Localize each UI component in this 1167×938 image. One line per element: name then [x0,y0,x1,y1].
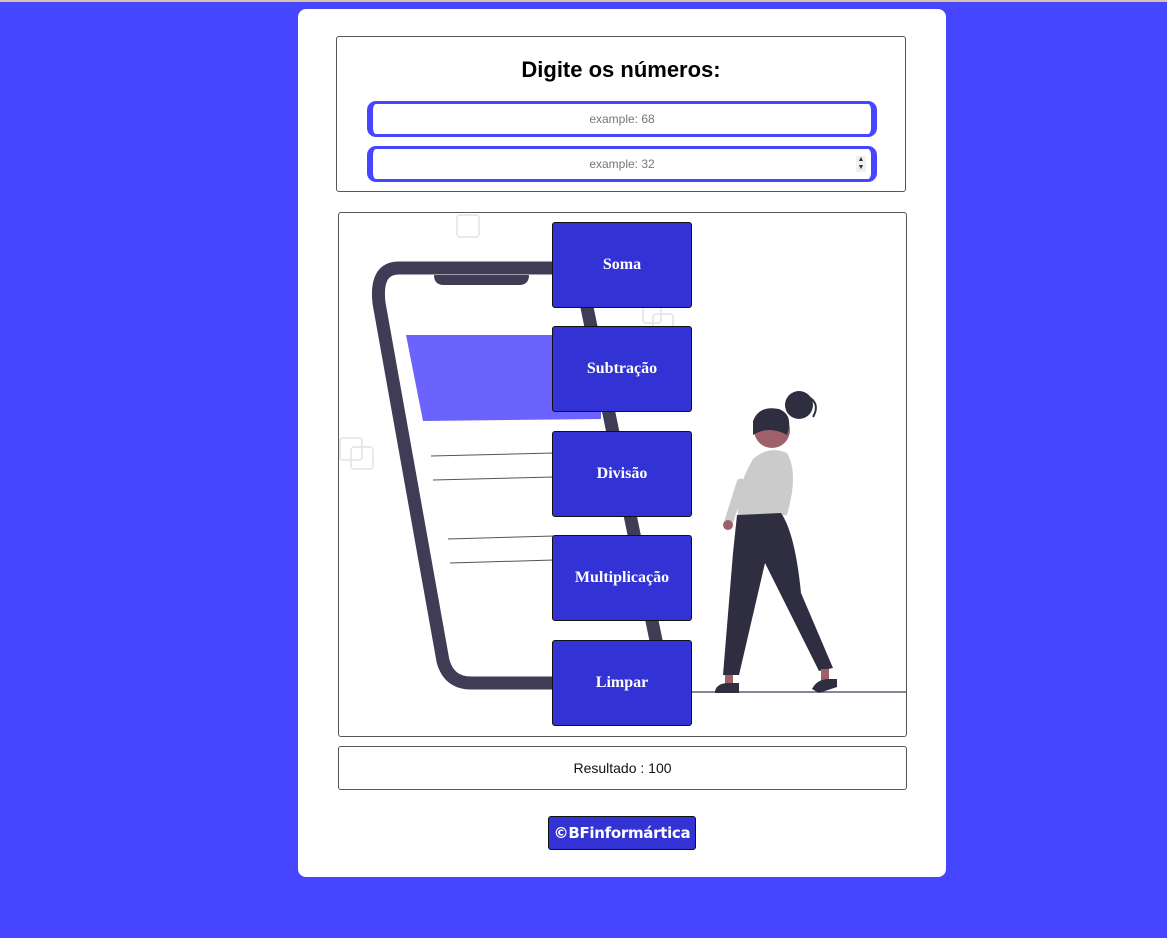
number-spinner-icon[interactable]: ▲ ▼ [856,156,866,172]
deco-square-icon [456,214,480,238]
divide-button[interactable]: Divisão [552,431,692,517]
operations-panel: Soma Subtração Divisão Multiplicação Lim… [338,212,907,737]
number-inputs-panel: Digite os números: ▲▼ [336,36,906,192]
multiply-button[interactable]: Multiplicação [552,535,692,621]
result-text: Resultado : 100 [573,760,672,776]
subtract-button[interactable]: Subtração [552,326,692,412]
clear-button[interactable]: Limpar [552,640,692,726]
sum-button[interactable]: Soma [552,222,692,308]
first-number-input[interactable] [367,101,877,137]
inputs-heading: Digite os números: [521,57,721,82]
result-display: Resultado : 100 [338,746,907,790]
phone-notch-icon [434,275,529,285]
woman-figure-icon [715,391,837,693]
brand-text: ©BFinformártica [553,824,691,842]
browser-top-edge [0,0,1167,2]
brand-badge: ©BFinformártica [548,816,696,850]
calculator-card: Digite os números: ▲▼ [298,9,946,877]
second-number-input[interactable] [367,146,877,182]
